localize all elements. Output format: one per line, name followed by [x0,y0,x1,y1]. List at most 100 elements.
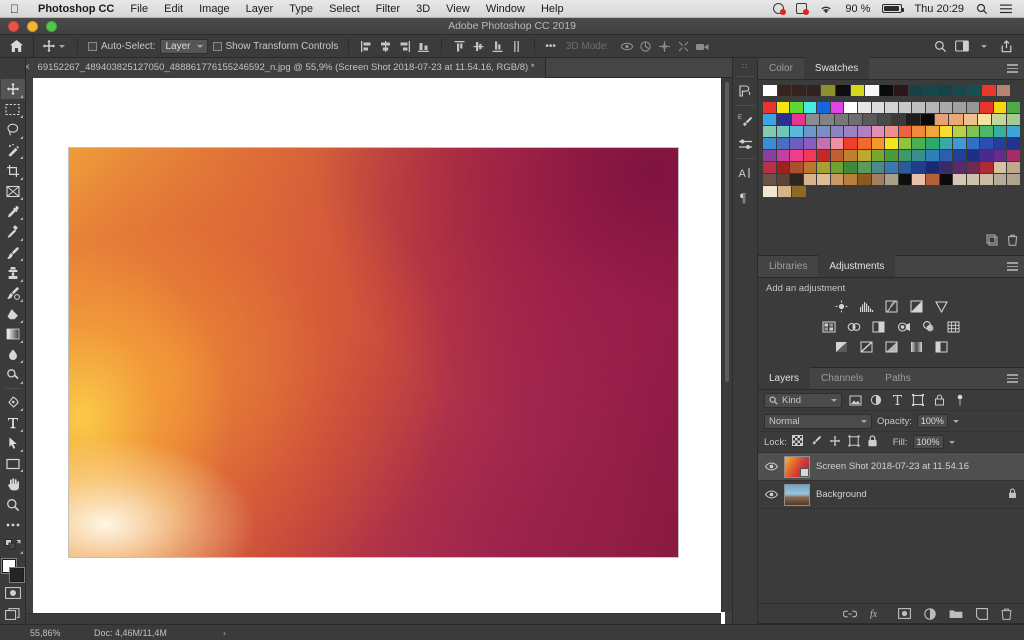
swatch-cell[interactable] [993,162,1007,173]
swatch-cell[interactable] [777,85,792,96]
color-lookup-icon[interactable] [945,319,962,334]
menu-3d[interactable]: 3D [408,3,438,15]
swatch-cell[interactable] [776,162,790,173]
filter-adjustment-icon[interactable] [868,393,884,408]
wifi-icon[interactable] [813,4,839,14]
swatch-cell[interactable] [925,126,939,137]
swatch-cell[interactable] [980,162,993,173]
swatch-cell[interactable] [803,126,817,137]
swatch-cell[interactable] [830,138,844,149]
notification-icon[interactable] [790,3,813,15]
swatch-cell[interactable] [891,114,906,125]
brush-tool[interactable] [1,242,25,262]
spot-healing-brush-tool[interactable] [1,222,25,242]
table-row[interactable]: Screen Shot 2018-07-23 at 11.54.16 [758,453,1024,481]
swatch-cell[interactable] [920,114,934,125]
swatch-cell[interactable] [844,162,858,173]
menu-photoshop-cc[interactable]: Photoshop CC [30,3,122,15]
menu-window[interactable]: Window [478,3,533,15]
swatch-cell[interactable] [834,114,848,125]
swatch-cell[interactable] [894,85,908,96]
spotlight-search-icon[interactable] [970,3,994,15]
swatch-cell[interactable] [1007,102,1020,113]
canvas-area[interactable] [26,78,732,624]
distribute-bottom-icon[interactable] [489,38,506,55]
menu-layer[interactable]: Layer [238,3,282,15]
share-icon[interactable] [996,36,1016,56]
rectangular-marquee-tool[interactable] [1,99,25,119]
swatch-cell[interactable] [790,102,803,113]
swatch-cell[interactable] [835,85,850,96]
swatch-cell[interactable] [939,150,953,161]
add-layer-mask-icon[interactable] [898,608,911,619]
posterize-icon[interactable] [858,339,875,354]
swatch-cell[interactable] [803,102,817,113]
swatch-cell[interactable] [1006,114,1020,125]
swatch-cell[interactable] [953,150,966,161]
swatch-cell[interactable] [776,150,790,161]
swatch-cell[interactable] [939,102,953,113]
tab-layers[interactable]: Layers [758,367,811,389]
brush-settings-panel-icon[interactable] [734,132,756,156]
swatches-grid[interactable] [758,80,1024,255]
screen-mode-icon[interactable] [1,603,25,623]
layer-visibility-icon[interactable] [765,490,778,499]
swatch-cell[interactable] [980,126,993,137]
delete-swatch-icon[interactable] [1007,233,1018,251]
swatch-cell[interactable] [938,85,952,96]
swatch-cell[interactable] [790,174,803,185]
swatch-cell[interactable] [949,114,963,125]
swatch-cell[interactable] [871,174,885,185]
checkbox[interactable] [212,41,222,51]
swatch-cell[interactable] [763,126,776,137]
frame-tool[interactable] [1,181,25,201]
swatch-cell[interactable] [763,114,777,125]
canvas-horizontal-scrollbar[interactable] [26,613,721,624]
swatch-cell[interactable] [879,85,894,96]
chevron-down-icon[interactable] [59,44,65,48]
swatch-cell[interactable] [996,85,1011,96]
color-balance-icon[interactable] [845,319,862,334]
vibrance-icon[interactable] [933,299,950,314]
swatch-cell[interactable] [830,162,844,173]
workspace-switcher-icon[interactable] [952,36,972,56]
swatch-cell[interactable] [906,114,920,125]
align-left-edges-icon[interactable] [358,38,375,55]
swatch-cell[interactable] [776,102,790,113]
swatch-cell[interactable] [925,162,939,173]
swatch-cell[interactable] [763,150,776,161]
quick-selection-tool[interactable] [1,140,25,160]
swatch-cell[interactable] [790,162,803,173]
swatch-cell[interactable] [776,174,790,185]
layer-style-fx-icon[interactable]: fx [870,608,885,619]
lock-all-icon[interactable] [867,434,878,450]
swatch-cell[interactable] [966,138,980,149]
roll-3d-icon[interactable] [637,38,654,55]
swatch-cell[interactable] [803,150,817,161]
panel-menu-icon[interactable] [1007,374,1018,385]
layer-thumbnail[interactable] [784,483,810,506]
swatch-cell[interactable] [805,114,820,125]
swatch-cell[interactable] [898,150,912,161]
color-swatches[interactable] [1,558,25,583]
swatch-cell[interactable] [980,102,993,113]
table-row[interactable]: Background [758,481,1024,509]
swatch-cell[interactable] [966,174,980,185]
swatch-cell[interactable] [1007,150,1020,161]
history-panel-icon[interactable] [734,79,756,103]
swatch-cell[interactable] [993,174,1007,185]
swatch-cell[interactable] [763,162,776,173]
tab-channels[interactable]: Channels [810,367,874,389]
menu-bar-clock[interactable]: Thu 20:29 [908,3,970,15]
swatch-cell[interactable] [763,186,777,197]
swatch-cell[interactable] [925,150,939,161]
link-layers-icon[interactable] [843,610,857,618]
swatch-cell[interactable] [925,102,939,113]
gradient-tool[interactable] [1,324,25,344]
battery-icon[interactable] [876,4,908,13]
swatch-cell[interactable] [776,138,790,149]
swatch-cell[interactable] [966,162,980,173]
align-right-edges-icon[interactable] [396,38,413,55]
swatch-cell[interactable] [844,126,858,137]
swatch-cell[interactable] [993,102,1007,113]
